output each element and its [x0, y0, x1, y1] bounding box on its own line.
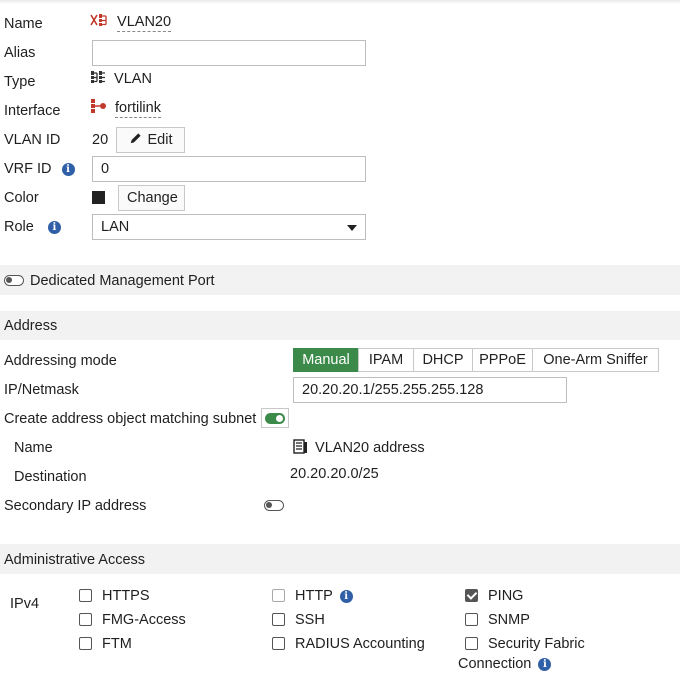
ipv4-label: IPv4 — [10, 596, 40, 612]
ftm-label: FTM — [102, 636, 132, 652]
fmg-access-checkbox[interactable] — [79, 613, 92, 626]
edit-vlan-id-button[interactable]: Edit — [116, 127, 185, 153]
destination-label: Destination — [14, 469, 87, 485]
interface-value-group: fortilink — [90, 98, 161, 118]
mode-dhcp-button[interactable]: DHCP — [413, 348, 473, 372]
http-label: HTTP — [295, 588, 333, 604]
interface-value[interactable]: fortilink — [115, 100, 161, 118]
object-name-value-group: VLAN20 address — [293, 439, 425, 457]
https-label: HTTPS — [102, 588, 150, 604]
http-checkbox[interactable] — [272, 589, 285, 602]
vrf-id-label: VRF ID — [4, 161, 52, 177]
fmg-access-label: FMG-Access — [102, 612, 186, 628]
pencil-icon — [130, 133, 141, 144]
http-label-group: HTTP i — [295, 587, 353, 605]
edit-button-label: Edit — [147, 132, 173, 148]
name-value-group: VLAN20 — [90, 12, 172, 32]
mode-ipam-button[interactable]: IPAM — [358, 348, 414, 372]
security-fabric-label-2-group: Connection i — [458, 655, 552, 673]
name-value: VLAN20 — [117, 14, 172, 32]
name-label: Name — [4, 16, 43, 32]
alias-input[interactable] — [92, 40, 366, 66]
admin-access-section-title: Administrative Access — [4, 552, 146, 568]
vlan-interface-icon — [90, 14, 107, 26]
vrf-id-input[interactable]: 0 — [92, 156, 366, 182]
mode-one-arm-sniffer-button[interactable]: One-Arm Sniffer — [532, 348, 659, 372]
radius-accounting-label: RADIUS Accounting — [295, 636, 425, 652]
address-section-title: Address — [4, 318, 58, 334]
address-section-header: Address — [0, 311, 680, 340]
mode-pppoe-button[interactable]: PPPoE — [472, 348, 533, 372]
admin-access-section-header: Administrative Access — [0, 544, 680, 574]
mode-manual-button[interactable]: Manual — [293, 348, 359, 372]
ssh-label: SSH — [295, 612, 325, 628]
chevron-down-icon — [347, 225, 357, 231]
radius-accounting-checkbox[interactable] — [272, 637, 285, 650]
vlan-id-label: VLAN ID — [4, 132, 61, 148]
secondary-ip-toggle[interactable] — [264, 500, 284, 511]
vlan-id-value: 20 — [92, 132, 109, 148]
snmp-checkbox[interactable] — [465, 613, 478, 626]
addressing-mode-label: Addressing mode — [4, 353, 117, 369]
info-icon[interactable]: i — [538, 658, 552, 671]
create-object-toggle[interactable] — [265, 413, 285, 424]
create-object-toggle-frame — [261, 408, 289, 428]
ip-netmask-input[interactable]: 20.20.20.1/255.255.255.128 — [293, 377, 567, 403]
color-label: Color — [4, 190, 39, 206]
dedicated-mgmt-label: Dedicated Management Port — [30, 273, 215, 289]
security-fabric-checkbox[interactable] — [465, 637, 478, 650]
object-name-label: Name — [14, 440, 53, 456]
color-swatch — [92, 191, 105, 204]
dedicated-mgmt-toggle[interactable] — [4, 275, 24, 286]
secondary-ip-label: Secondary IP address — [4, 498, 147, 514]
dedicated-mgmt-bar: Dedicated Management Port — [0, 265, 680, 295]
type-value: VLAN — [114, 71, 152, 87]
info-icon[interactable]: i — [339, 590, 353, 603]
fortilink-icon — [91, 99, 106, 113]
create-object-label: Create address object matching subnet — [4, 411, 257, 427]
role-select[interactable]: LAN — [92, 214, 366, 240]
role-label: Role — [4, 219, 34, 235]
vlan-type-icon — [91, 71, 105, 83]
role-label-group: Role i — [4, 218, 61, 236]
type-label: Type — [4, 74, 36, 90]
interface-label: Interface — [4, 103, 61, 119]
type-value-group: VLAN — [90, 69, 152, 87]
info-icon[interactable]: i — [47, 221, 61, 234]
ftm-checkbox[interactable] — [79, 637, 92, 650]
role-select-value: LAN — [101, 219, 130, 235]
security-fabric-label: Security Fabric — [488, 636, 585, 652]
alias-label: Alias — [4, 45, 36, 61]
ssh-checkbox[interactable] — [272, 613, 285, 626]
snmp-label: SNMP — [488, 612, 530, 628]
https-checkbox[interactable] — [79, 589, 92, 602]
ping-checkbox[interactable] — [465, 589, 478, 602]
security-fabric-label-2: Connection — [458, 656, 532, 672]
change-color-button[interactable]: Change — [118, 185, 185, 211]
object-name-value: VLAN20 address — [315, 440, 425, 456]
address-object-icon — [293, 439, 307, 454]
destination-value: 20.20.20.0/25 — [290, 466, 379, 482]
info-icon[interactable]: i — [61, 163, 75, 176]
vrf-id-label-group: VRF ID i — [4, 160, 75, 178]
ping-label: PING — [488, 588, 524, 604]
ip-netmask-label: IP/Netmask — [4, 382, 79, 398]
top-shadow — [0, 0, 680, 4]
